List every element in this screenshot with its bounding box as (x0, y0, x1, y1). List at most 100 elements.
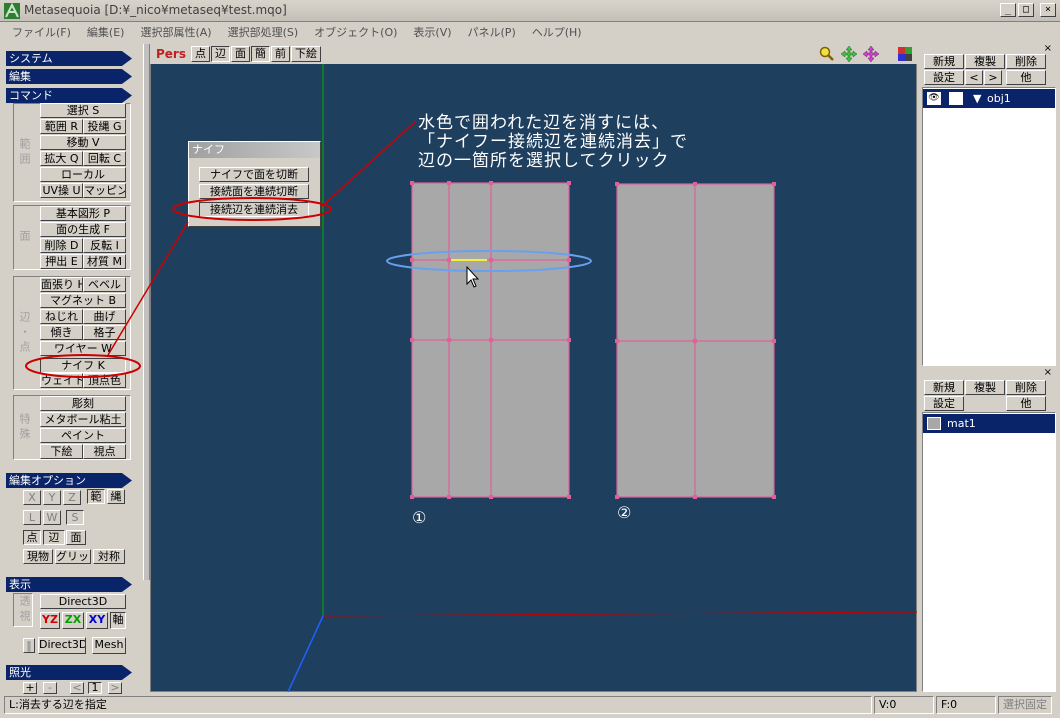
paint-button[interactable]: ペイント (40, 428, 126, 443)
metaball-button[interactable]: メタボール粘土 (40, 412, 126, 427)
range-option[interactable]: 範 (87, 489, 105, 504)
left-panel-scrollbar[interactable] (143, 44, 150, 580)
select-button[interactable]: 選択 S (40, 103, 126, 118)
lasso-option[interactable]: 縄 (107, 489, 125, 504)
extrude-button[interactable]: 押出 E (40, 254, 83, 269)
symmetry-option[interactable]: 対称 (93, 549, 125, 564)
material-panel-close-icon[interactable]: × (1044, 367, 1052, 378)
zoom-icon[interactable] (819, 46, 835, 62)
object-next-button[interactable]: > (984, 70, 1002, 85)
create-face-button[interactable]: 面の生成 F (40, 222, 126, 237)
menu-selection-attr[interactable]: 選択部属性(A) (132, 24, 219, 40)
direct3d-button[interactable]: Direct3D (38, 637, 86, 654)
object-settings-button[interactable]: 設定 (924, 70, 964, 85)
range-button[interactable]: 範囲 R (40, 119, 83, 134)
point-option[interactable]: 点 (23, 530, 41, 545)
visibility-eye-icon[interactable]: 👁 (927, 92, 941, 105)
layout-toggle[interactable]: ‖ (23, 638, 35, 653)
maximize-button[interactable]: □ (1018, 3, 1034, 17)
knife-delete-connected-edge-button[interactable]: 接続辺を連続消去 (199, 202, 309, 217)
pan-icon[interactable] (841, 46, 857, 62)
rotate-button[interactable]: 回転 C (83, 151, 126, 166)
magnet-button[interactable]: マグネット B (40, 293, 126, 308)
weight-button[interactable]: ウェイト (40, 373, 83, 388)
vp-underlay-button[interactable]: 下絵 (291, 46, 321, 62)
xy-button[interactable]: XY (86, 612, 108, 629)
command-header[interactable]: コマンド (6, 88, 132, 103)
material-button[interactable]: 材質 M (83, 254, 126, 269)
material-duplicate-button[interactable]: 複製 (965, 380, 1005, 395)
knife-cut-face-button[interactable]: ナイフで面を切断 (199, 167, 309, 182)
menu-help[interactable]: ヘルプ(H) (524, 24, 590, 40)
twist-button[interactable]: ねじれ (40, 309, 83, 324)
knife-dialog-title[interactable]: ナイフ (189, 142, 320, 158)
stretch-button[interactable]: 面張り H (40, 277, 83, 292)
s-option[interactable]: S (66, 510, 84, 525)
close-button[interactable]: × (1040, 3, 1056, 17)
move-button[interactable]: 移動 V (40, 135, 126, 150)
delete-button[interactable]: 削除 D (40, 238, 83, 253)
object-panel-close-icon[interactable]: × (1044, 43, 1052, 54)
grid-option[interactable]: グリッド (55, 549, 91, 564)
underlay-button[interactable]: 下絵 (40, 444, 83, 459)
lock-box-icon[interactable] (949, 92, 963, 105)
light-minus-button[interactable]: - (43, 682, 57, 694)
w-option[interactable]: W (43, 510, 61, 525)
menu-panel[interactable]: パネル(P) (460, 24, 524, 40)
menu-file[interactable]: ファイル(F) (4, 24, 79, 40)
local-button[interactable]: ローカル (40, 167, 126, 182)
menu-edit[interactable]: 編集(E) (79, 24, 133, 40)
edge-option[interactable]: 辺 (43, 530, 65, 545)
invert-button[interactable]: 反転 I (83, 238, 126, 253)
vp-simple-button[interactable]: 簡 (251, 46, 270, 62)
view-button[interactable]: 視点 (83, 444, 126, 459)
direct3d-top-button[interactable]: Direct3D (40, 594, 126, 609)
knife-cut-connected-button[interactable]: 接続面を連続切断 (199, 184, 309, 199)
bend-button[interactable]: 曲げ (83, 309, 126, 324)
bevel-button[interactable]: ベベル (83, 277, 126, 292)
vp-point-button[interactable]: 点 (191, 46, 210, 62)
layout-quad-icon[interactable] (897, 46, 913, 62)
object-duplicate-button[interactable]: 複製 (965, 54, 1005, 69)
object-delete-button[interactable]: 削除 (1006, 54, 1046, 69)
wire-button[interactable]: ワイヤー W (40, 341, 126, 356)
lasso-button[interactable]: 投縄 G (83, 119, 126, 134)
uv-button[interactable]: UV操 U (40, 183, 83, 198)
knife-button[interactable]: ナイフ K (40, 358, 126, 373)
material-other-button[interactable]: 他 (1006, 396, 1046, 411)
menu-view[interactable]: 表示(V) (405, 24, 459, 40)
y-option[interactable]: Y (43, 490, 61, 505)
vp-edge-button[interactable]: 辺 (211, 46, 230, 62)
tilt-button[interactable]: 傾き (40, 325, 83, 340)
light-next-button[interactable]: > (108, 682, 122, 694)
face-option[interactable]: 面 (66, 530, 86, 545)
expand-triangle-icon[interactable]: ▼ (973, 89, 981, 108)
system-header[interactable]: システム (6, 51, 132, 66)
object-prev-button[interactable]: < (965, 70, 983, 85)
light-prev-button[interactable]: < (70, 682, 84, 694)
material-list-item[interactable]: mat1 (923, 414, 1055, 433)
light-header[interactable]: 照光 (6, 665, 132, 680)
minimize-button[interactable]: _ (1000, 3, 1016, 17)
object-new-button[interactable]: 新規 (924, 54, 964, 69)
vp-face-button[interactable]: 面 (231, 46, 250, 62)
l-option[interactable]: L (23, 510, 41, 525)
object-other-button[interactable]: 他 (1006, 70, 1046, 85)
lattice-button[interactable]: 格子 (83, 325, 126, 340)
yz-button[interactable]: YZ (40, 612, 60, 629)
selection-lock-status[interactable]: 選択固定 (998, 696, 1052, 714)
menu-object[interactable]: オブジェクト(O) (306, 24, 405, 40)
object-list-item[interactable]: 👁 ▼ obj1 (923, 89, 1055, 108)
mesh-button[interactable]: Mesh (92, 637, 126, 654)
axis-button[interactable]: 軸 (110, 612, 126, 629)
perspective-mode[interactable]: Pers (156, 47, 186, 61)
rotate-view-icon[interactable] (863, 46, 879, 62)
x-option[interactable]: X (23, 490, 41, 505)
edit-option-header[interactable]: 編集オプション (6, 473, 132, 488)
material-settings-button[interactable]: 設定 (924, 396, 964, 411)
display-header[interactable]: 表示 (6, 577, 132, 592)
scale-button[interactable]: 拡大 Q (40, 151, 83, 166)
material-delete-button[interactable]: 削除 (1006, 380, 1046, 395)
primitive-button[interactable]: 基本図形 P (40, 206, 126, 221)
vertex-color-button[interactable]: 頂点色 (83, 373, 126, 388)
